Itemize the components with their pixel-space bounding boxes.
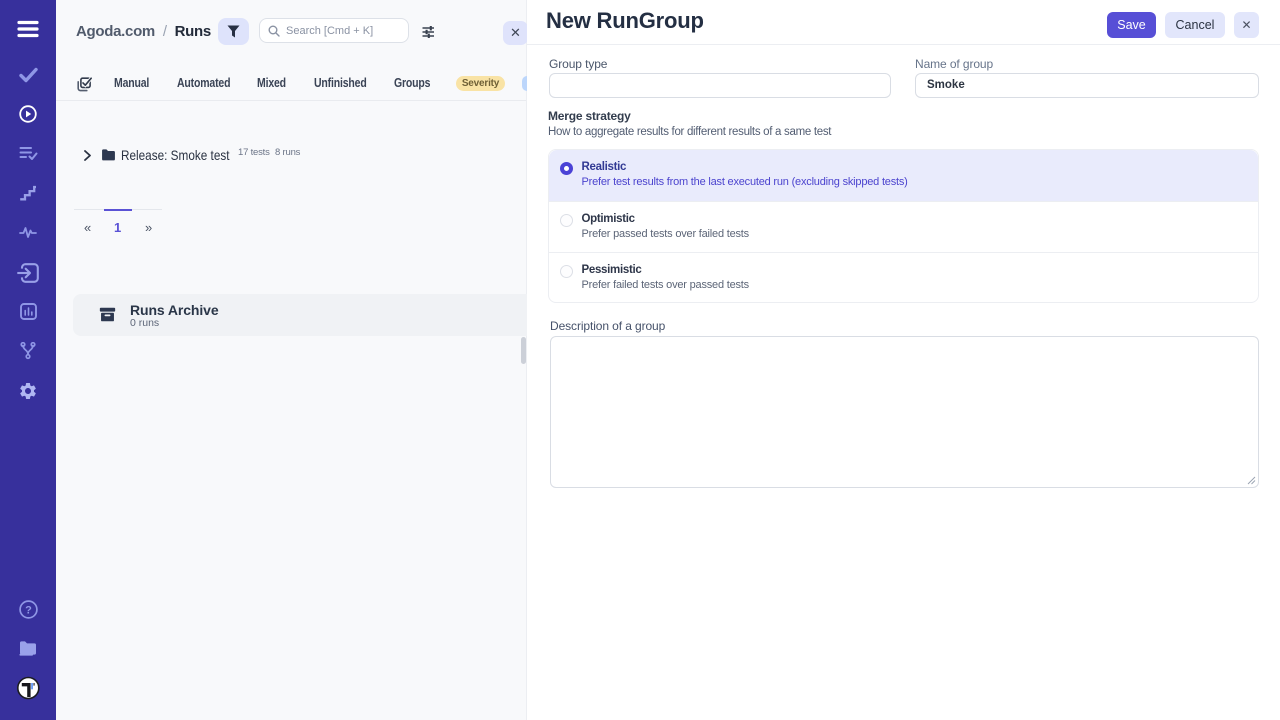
svg-text:?: ?: [25, 604, 32, 616]
